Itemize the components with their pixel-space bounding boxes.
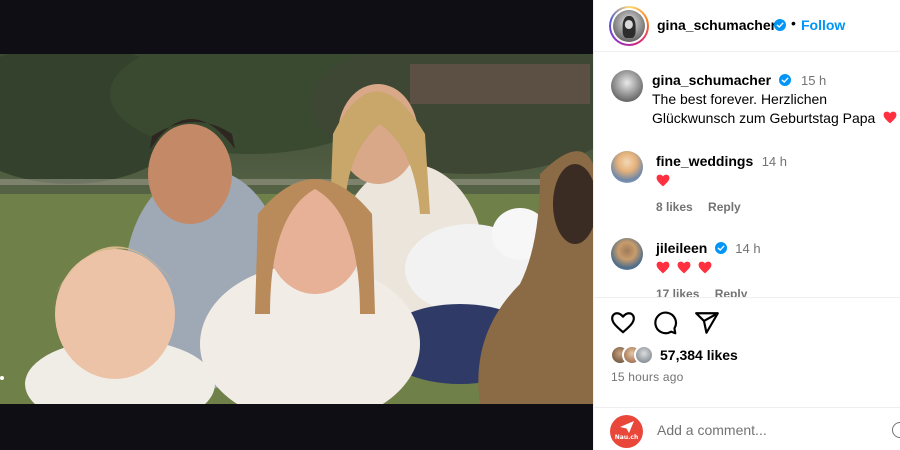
likes-count[interactable]: 57,384 likes (660, 347, 738, 363)
comments-list[interactable]: gina_schumacher 15 h The best forever. H… (594, 53, 900, 297)
comment-likes[interactable]: 17 likes (656, 287, 699, 297)
comment-text (656, 259, 712, 278)
verified-badge-icon (714, 242, 727, 254)
comment-meta: 17 likes Reply (656, 287, 759, 297)
heart-emoji-icon (656, 174, 670, 187)
heart-icon[interactable] (610, 310, 636, 336)
avatar-logo-text: Nau.ch (614, 434, 639, 441)
heart-emoji-icon (698, 261, 712, 274)
header-separator: • (791, 15, 796, 31)
commenter-avatar[interactable] (611, 151, 643, 183)
caption-text-line-2: Glückwunsch zum Geburtstag Papa (652, 109, 897, 128)
add-comment-input[interactable] (657, 422, 877, 438)
commenter-username[interactable]: jileileen (656, 240, 707, 256)
verified-badge-icon (778, 74, 791, 86)
caption-avatar[interactable] (611, 70, 643, 102)
media-position-dot (0, 376, 4, 380)
reply-button[interactable]: Reply (715, 287, 748, 297)
family-photo-illustration (0, 54, 593, 404)
liker-avatar[interactable] (634, 345, 654, 365)
caption-username[interactable]: gina_schumacher (652, 72, 771, 88)
story-ring[interactable] (609, 6, 649, 46)
reply-button[interactable]: Reply (708, 200, 741, 214)
heart-emoji-icon (656, 261, 670, 274)
comment-text (656, 172, 670, 191)
share-icon[interactable] (694, 310, 720, 336)
post-photo[interactable] (0, 54, 593, 404)
author-avatar[interactable] (613, 10, 645, 42)
caption-text-line-1: The best forever. Herzlichen (652, 91, 828, 107)
post-timestamp[interactable]: 15 hours ago (611, 370, 683, 384)
add-comment-row: Nau.ch (594, 407, 900, 450)
post-header: gina_schumacher • Follow (594, 0, 900, 52)
caption-time[interactable]: 15 h (801, 73, 826, 88)
current-user-avatar[interactable]: Nau.ch (610, 415, 643, 448)
heart-emoji-icon (883, 111, 897, 124)
comment-meta: 8 likes Reply (656, 200, 753, 214)
paper-plane-logo-icon (620, 421, 634, 433)
comment-icon[interactable] (652, 310, 678, 336)
follow-button[interactable]: Follow (801, 17, 845, 33)
commenter-avatar[interactable] (611, 238, 643, 270)
comment-time[interactable]: 14 h (735, 241, 760, 256)
comment-time[interactable]: 14 h (762, 154, 787, 169)
comment-likes[interactable]: 8 likes (656, 200, 693, 214)
post-side-panel: gina_schumacher • Follow gina_schumacher… (593, 0, 900, 450)
author-username[interactable]: gina_schumacher (657, 17, 776, 33)
verified-badge-icon (774, 19, 786, 31)
section-divider (594, 297, 900, 298)
post-media[interactable] (0, 0, 593, 450)
emoji-icon[interactable] (892, 422, 900, 438)
heart-emoji-icon (677, 261, 691, 274)
commenter-username[interactable]: fine_weddings (656, 153, 753, 169)
